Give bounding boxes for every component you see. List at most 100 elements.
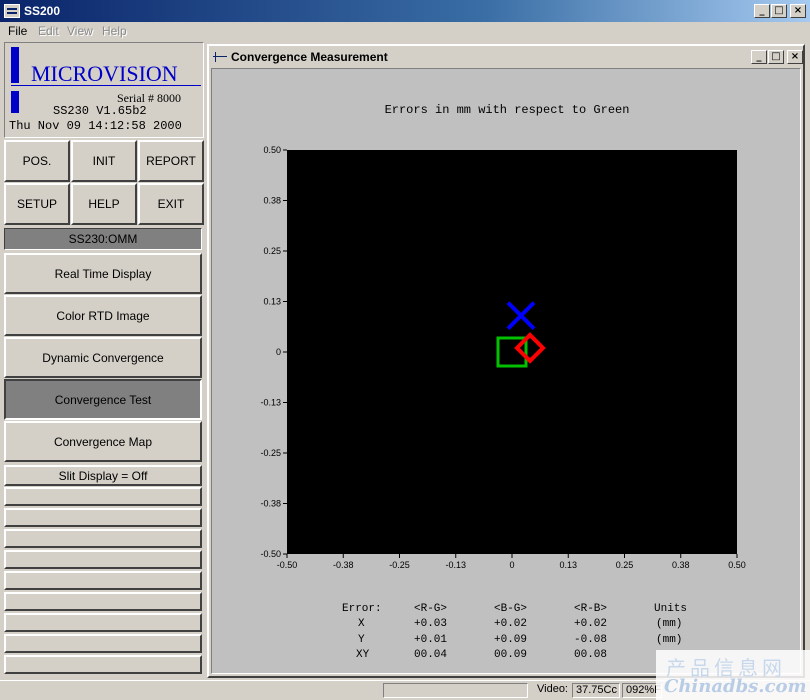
empty-slot-button[interactable] bbox=[4, 655, 202, 674]
error-unit: (mm) bbox=[656, 634, 683, 646]
minimize-button[interactable]: _ bbox=[754, 4, 770, 18]
error-row-label: Y bbox=[358, 634, 365, 646]
watermark: 产品信息网 Chinadbs.com bbox=[656, 650, 810, 700]
empty-slot-button[interactable] bbox=[4, 634, 202, 653]
x-tick-label: 0.13 bbox=[559, 560, 577, 570]
error-cell: +0.01 bbox=[414, 634, 448, 646]
logo-divider bbox=[11, 85, 201, 86]
y-tick-label: -0.13 bbox=[260, 398, 281, 408]
exit-button[interactable]: EXIT bbox=[138, 183, 204, 225]
software-version: SS230 V1.65b2 bbox=[53, 104, 147, 118]
logo-bar-mark-small bbox=[11, 91, 19, 113]
help-button-label: HELP bbox=[88, 197, 120, 211]
error-cell: 00.08 bbox=[574, 649, 608, 661]
mode-status-bar: SS230:OMM bbox=[4, 228, 202, 250]
y-tick-label: 0.13 bbox=[263, 297, 281, 307]
child-minimize-button[interactable]: _ bbox=[751, 50, 767, 64]
slit-display-label: Slit Display = Off bbox=[58, 468, 148, 483]
empty-slot-button[interactable] bbox=[4, 529, 202, 548]
status-bar-message-cell bbox=[383, 683, 528, 698]
app-system-icon[interactable] bbox=[4, 4, 20, 18]
brand-name: MICROVISION bbox=[31, 61, 178, 86]
y-tick-label: -0.25 bbox=[260, 448, 281, 458]
x-tick-label: -0.38 bbox=[333, 560, 354, 570]
x-tick-label: 0.50 bbox=[728, 560, 746, 570]
empty-slot-button[interactable] bbox=[4, 508, 202, 527]
y-tick-label: 0 bbox=[276, 347, 281, 357]
menu-bar: File Edit View Help bbox=[0, 22, 810, 40]
child-close-button[interactable]: × bbox=[787, 50, 803, 64]
convergence-plot: -0.50 -0.38 -0.25 -0.13 0 0.13 0.25 0.38 0.50 0.5… bbox=[260, 145, 746, 570]
error-cell: -0.08 bbox=[574, 634, 608, 646]
x-tick-label: -0.50 bbox=[277, 560, 298, 570]
convergence-map-label: Convergence Map bbox=[53, 434, 153, 449]
empty-slot-button[interactable] bbox=[4, 613, 202, 632]
menu-help[interactable]: Help bbox=[102, 24, 127, 38]
x-tick-label: 0.25 bbox=[616, 560, 634, 570]
child-window-icon[interactable] bbox=[213, 51, 227, 63]
x-tick-label: 0.38 bbox=[672, 560, 690, 570]
setup-button[interactable]: SETUP bbox=[4, 183, 70, 225]
pos-button[interactable]: POS. bbox=[4, 140, 70, 182]
report-button[interactable]: REPORT bbox=[138, 140, 204, 182]
y-tick-label: -0.50 bbox=[260, 549, 281, 559]
maximize-button[interactable]: □ bbox=[771, 4, 787, 18]
control-panel: MICROVISION Serial # 8000 SS230 V1.65b2 … bbox=[4, 42, 204, 678]
app-title-bar[interactable]: SS200 _ □ × bbox=[0, 0, 810, 22]
slit-display-toggle[interactable]: Slit Display = Off bbox=[4, 465, 202, 486]
menu-view[interactable]: View bbox=[67, 24, 93, 38]
logo-bar-mark bbox=[11, 47, 19, 83]
x-tick-label: -0.13 bbox=[445, 560, 466, 570]
error-cell: +0.03 bbox=[414, 618, 448, 630]
app-title: SS200 bbox=[24, 4, 61, 18]
x-tick-label: -0.25 bbox=[389, 560, 410, 570]
y-tick-label: 0.50 bbox=[263, 145, 281, 155]
x-tick-label: 0 bbox=[509, 560, 514, 570]
error-cell: +0.02 bbox=[574, 618, 608, 630]
y-tick-label: 0.38 bbox=[263, 196, 281, 206]
empty-slot-button[interactable] bbox=[4, 550, 202, 569]
convergence-test-button[interactable]: Convergence Test bbox=[4, 379, 202, 420]
y-tick-label: -0.38 bbox=[260, 499, 281, 509]
close-button[interactable]: × bbox=[790, 4, 806, 18]
child-title-bar[interactable]: Convergence Measurement _ □ × bbox=[211, 48, 803, 66]
error-unit: (mm) bbox=[656, 618, 683, 630]
error-cell: +0.09 bbox=[494, 634, 528, 646]
convergence-map-button[interactable]: Convergence Map bbox=[4, 421, 202, 462]
empty-slot-button[interactable] bbox=[4, 487, 202, 506]
init-button-label: INIT bbox=[92, 154, 116, 168]
menu-file[interactable]: File bbox=[8, 24, 27, 38]
error-row-label: XY bbox=[356, 649, 370, 661]
error-table-header: Units bbox=[654, 603, 688, 615]
error-table-header: Error: bbox=[342, 603, 382, 615]
error-cell: 00.04 bbox=[414, 649, 448, 661]
video-frequency: 37.75Cc bbox=[572, 683, 620, 698]
plot-area bbox=[287, 150, 737, 554]
real-time-display-label: Real Time Display bbox=[54, 266, 152, 281]
error-cell: +0.02 bbox=[494, 618, 528, 630]
color-rtd-image-button[interactable]: Color RTD Image bbox=[4, 295, 202, 336]
dynamic-convergence-button[interactable]: Dynamic Convergence bbox=[4, 337, 202, 378]
pos-button-label: POS. bbox=[22, 154, 52, 168]
child-window-title: Convergence Measurement bbox=[231, 50, 388, 64]
convergence-test-label: Convergence Test bbox=[54, 392, 152, 407]
convergence-measurement-window: Convergence Measurement _ □ × Errors in … bbox=[207, 44, 805, 678]
current-datetime: Thu Nov 09 14:12:58 2000 bbox=[9, 119, 182, 133]
empty-slot-button[interactable] bbox=[4, 592, 202, 611]
menu-edit[interactable]: Edit bbox=[38, 24, 59, 38]
watermark-site-text: Chinadbs.com bbox=[664, 676, 807, 697]
real-time-display-button[interactable]: Real Time Display bbox=[4, 253, 202, 294]
measurement-client-area: Errors in mm with respect to Green -0.50… bbox=[211, 68, 801, 674]
error-table-header: <B-G> bbox=[494, 603, 528, 615]
report-button-label: REPORT bbox=[146, 154, 196, 168]
setup-button-label: SETUP bbox=[16, 197, 57, 211]
y-tick-label: 0.25 bbox=[263, 246, 281, 256]
empty-slot-button[interactable] bbox=[4, 571, 202, 590]
video-label: Video: bbox=[537, 683, 568, 695]
error-cell: 00.09 bbox=[494, 649, 528, 661]
init-button[interactable]: INIT bbox=[71, 140, 137, 182]
child-maximize-button[interactable]: □ bbox=[768, 50, 784, 64]
mode-status-text: SS230:OMM bbox=[68, 232, 138, 246]
help-button[interactable]: HELP bbox=[71, 183, 137, 225]
color-rtd-image-label: Color RTD Image bbox=[56, 308, 150, 323]
